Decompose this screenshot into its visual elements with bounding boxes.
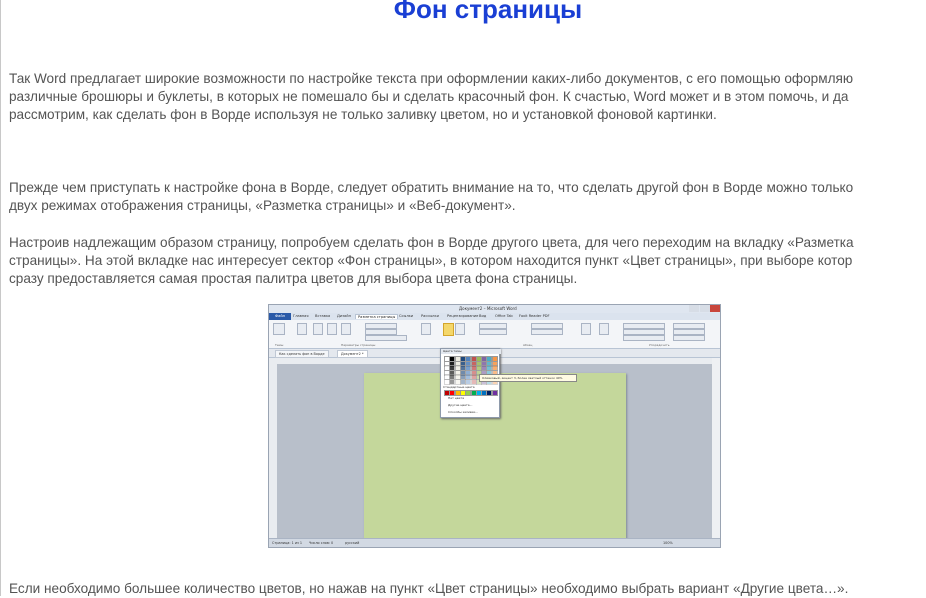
word-tab-view: Вид xyxy=(479,314,487,318)
ribbon-group-label: Темы xyxy=(275,343,284,347)
page-color-icon xyxy=(443,323,454,336)
word-ribbon: Темы Параметры страницы Абзац Упорядочит… xyxy=(269,320,720,349)
status-page: Страница: 1 из 1 xyxy=(272,541,303,545)
indent-right-icon xyxy=(479,329,507,335)
paragraph-intro: Так Word предлагает широкие возможности … xyxy=(9,70,926,124)
page-color-palette: Цвета темы Стандартные цвета Нет цвета Д… xyxy=(440,348,501,418)
left-border xyxy=(0,0,1,596)
wrap-text-icon xyxy=(599,323,609,335)
word-tab-foxit: Foxit Reader PDF xyxy=(519,314,550,318)
text-line: Если необходимо большее количество цвето… xyxy=(9,581,849,596)
doc-tab-active: Документ2 * xyxy=(337,350,368,358)
word-tab-references: Ссылки xyxy=(399,314,414,318)
position-icon xyxy=(581,323,591,335)
text-line: Настроив надлежащим образом страницу, по… xyxy=(9,235,854,250)
text-line: рассмотрим, как сделать фон в Ворде испо… xyxy=(9,107,717,122)
orientation-icon xyxy=(313,323,323,335)
margins-icon xyxy=(297,323,307,335)
word-ribbon-tabs: Файл Главная Вставка Дизайн Разметка стр… xyxy=(269,313,720,320)
paragraph-instructions: Настроив надлежащим образом страницу, по… xyxy=(9,234,926,288)
vertical-ruler xyxy=(269,358,277,538)
word-tab-mailings: Рассылки xyxy=(421,314,439,318)
columns-icon xyxy=(341,323,351,335)
more-colors-item: Другие цвета... xyxy=(448,403,473,407)
word-window-title: Документ2 – Microsoft Word xyxy=(459,306,517,311)
text-line: страницы». На этой вкладке нас интересуе… xyxy=(9,253,853,268)
ribbon-group-label: Упорядочить xyxy=(649,343,670,347)
themes-icon xyxy=(273,323,285,335)
page-title: Фон страницы xyxy=(393,0,583,24)
hyphenation-icon xyxy=(365,335,407,341)
color-tooltip: Оливковый, акцент 3, более светлый оттен… xyxy=(479,374,577,382)
rotate-icon xyxy=(673,335,705,341)
watermark-icon xyxy=(421,323,431,335)
word-tab-home: Главная xyxy=(293,314,309,318)
word-tab-design: Дизайн xyxy=(337,314,351,318)
fill-effects-item: Способы заливки... xyxy=(448,410,479,414)
no-color-item: Нет цвета xyxy=(448,396,465,400)
text-line: Прежде чем приступать к настройке фона в… xyxy=(9,180,854,195)
word-tab-insert: Вставка xyxy=(315,314,331,318)
spacing-after-icon xyxy=(531,329,563,335)
word-tab-file: Файл xyxy=(269,313,291,320)
word-statusbar: Страница: 1 из 1 Число слов: 0 русский 1… xyxy=(269,538,720,547)
word-titlebar: Документ2 – Microsoft Word xyxy=(269,305,720,313)
word-screenshot-image: Документ2 – Microsoft Word Файл Главная … xyxy=(268,304,721,548)
ribbon-group-label: Параметры страницы xyxy=(341,343,376,347)
text-line: сразу предоставляется самая простая пали… xyxy=(9,271,578,286)
ribbon-group-label: Абзац xyxy=(523,343,533,347)
paragraph-more-colors: Если необходимо большее количество цвето… xyxy=(9,580,926,598)
text-line: различные брошюры и буклеты, в которых н… xyxy=(9,89,849,104)
minimize-icon xyxy=(689,305,699,312)
standard-color-swatch[interactable] xyxy=(491,390,498,396)
vertical-scrollbar xyxy=(712,358,720,538)
page-borders-icon xyxy=(455,323,465,335)
status-language: русский xyxy=(345,541,360,545)
palette-header: Цвета темы xyxy=(441,349,501,354)
text-line: двух режимах отображения страницы, «Разм… xyxy=(9,198,516,213)
paragraph-modes: Прежде чем приступать к настройке фона в… xyxy=(9,179,926,215)
word-tab-officetab: Office Tab xyxy=(495,314,513,318)
selection-pane-icon xyxy=(623,335,665,341)
close-icon xyxy=(710,305,720,312)
maximize-icon xyxy=(700,305,710,312)
word-tab-review: Рецензирование xyxy=(447,314,479,318)
text-line: Так Word предлагает широкие возможности … xyxy=(9,71,854,86)
word-tab-page-layout: Разметка страницы xyxy=(355,314,399,319)
status-zoom: 100% xyxy=(663,541,673,545)
size-icon xyxy=(327,323,337,335)
standard-colors-label: Стандартные цвета xyxy=(443,385,475,389)
doc-tab: Как сделать фон в Ворде xyxy=(275,350,329,358)
status-words: Число слов: 0 xyxy=(309,541,334,545)
